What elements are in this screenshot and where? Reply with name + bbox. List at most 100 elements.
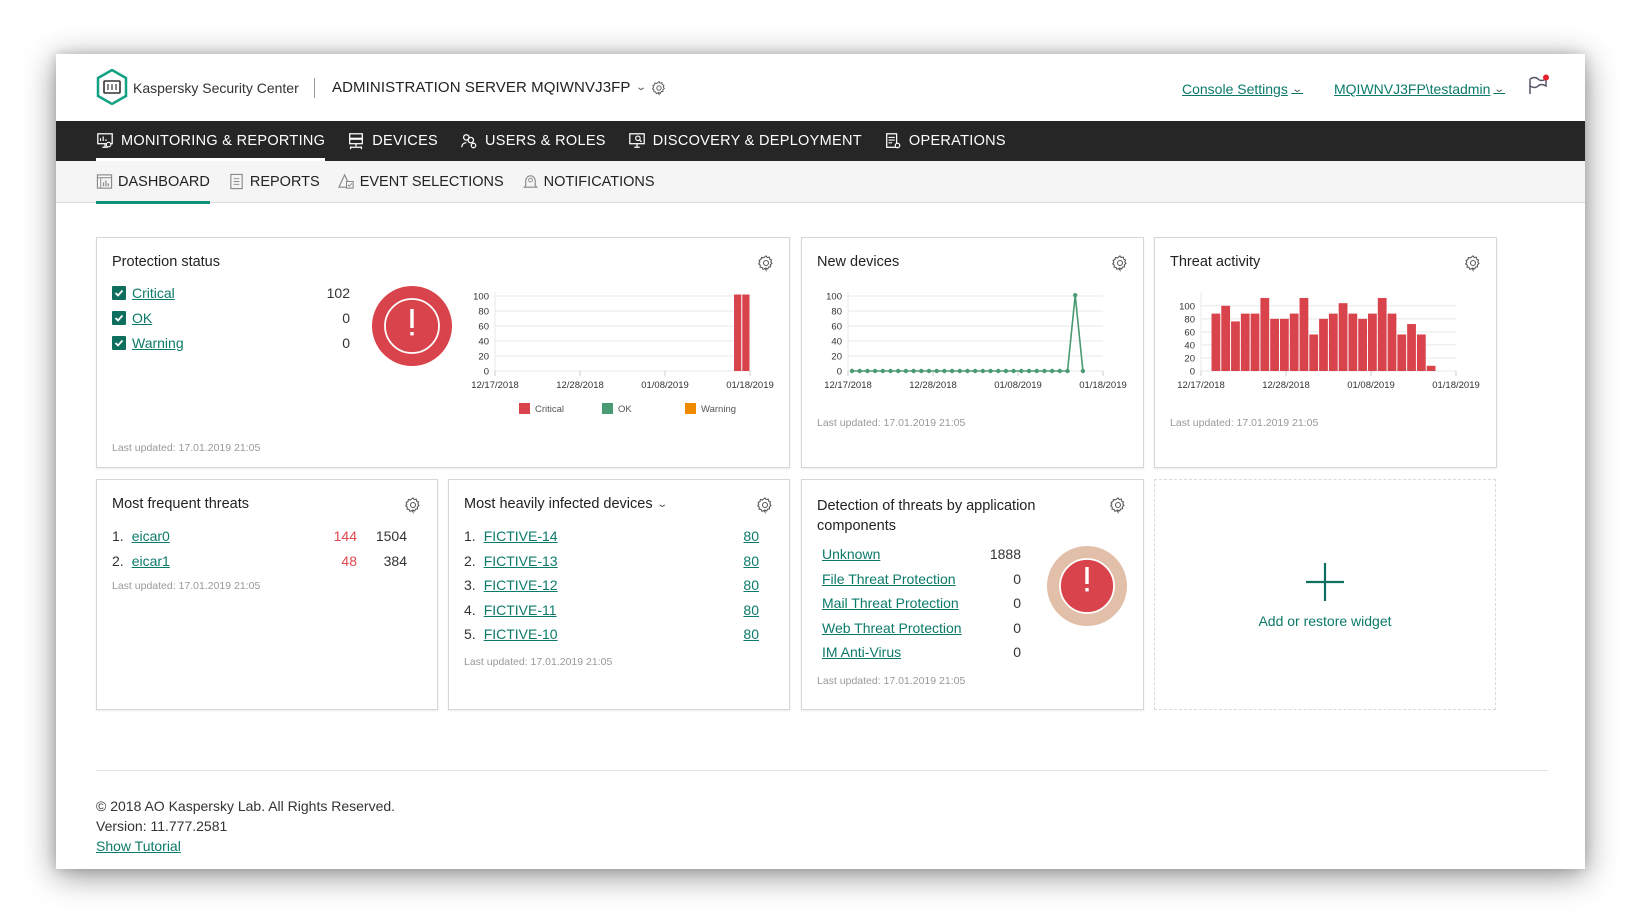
chevron-down-icon: ⌄ <box>1493 83 1506 95</box>
dashboard-icon <box>96 174 113 189</box>
data-point <box>934 368 939 374</box>
component-link[interactable]: File Threat Protection <box>822 571 956 587</box>
widget-detection-by-components: Detection of threats by application comp… <box>801 479 1144 710</box>
widget-settings-gear-icon[interactable] <box>1109 496 1127 514</box>
data-point <box>865 368 870 374</box>
threat-bar <box>1348 313 1358 371</box>
infection-count-link[interactable]: 80 <box>719 553 759 569</box>
show-tutorial-link[interactable]: Show Tutorial <box>96 836 395 856</box>
component-link[interactable]: Web Threat Protection <box>822 620 962 636</box>
nav-monitoring-reporting[interactable]: MONITORING & REPORTING <box>96 121 326 161</box>
widget-title: Most frequent threats <box>112 496 250 512</box>
widget-settings-gear-icon[interactable] <box>756 496 774 514</box>
nav-operations[interactable]: OPERATIONS <box>884 121 1006 161</box>
y-tick-label: 40 <box>478 337 489 348</box>
threat-bar <box>1368 313 1377 371</box>
tab-reports[interactable]: REPORTS <box>228 161 320 203</box>
widget-most-frequent-threats: Most frequent threats 1. eicar0 144 1504… <box>96 479 438 710</box>
device-link[interactable]: FICTIVE-13 <box>484 553 558 569</box>
critical-link[interactable]: Critical <box>132 285 175 301</box>
data-point <box>972 368 978 374</box>
tab-label: NOTIFICATIONS <box>543 173 655 190</box>
ok-checkbox[interactable] <box>112 311 126 325</box>
widget-settings-gear-icon[interactable] <box>1464 254 1482 272</box>
ok-link[interactable]: OK <box>132 310 152 326</box>
x-tick-label: 01/18/2019 <box>1079 380 1127 391</box>
devices-icon <box>349 133 364 150</box>
threat-count-red: 48 <box>341 553 357 569</box>
last-updated: Last updated: 17.01.2019 21:05 <box>112 442 261 454</box>
critical-checkbox[interactable] <box>112 286 126 300</box>
widget-settings-gear-icon[interactable] <box>757 254 775 272</box>
device-link[interactable]: FICTIVE-14 <box>484 528 558 544</box>
nav-label: MONITORING & REPORTING <box>121 133 326 149</box>
infected-device-row: 1. FICTIVE-14 <box>464 528 558 544</box>
tab-event-selections[interactable]: EVENT SELECTIONS <box>337 161 504 203</box>
add-restore-widget-button[interactable]: Add or restore widget <box>1154 479 1496 710</box>
widget-protection-status: Protection status Critical 102 OK 0 Warn… <box>96 237 790 468</box>
component-count: 0 <box>1013 619 1021 636</box>
tab-notifications[interactable]: NOTIFICATIONS <box>522 161 655 203</box>
data-point <box>1019 368 1024 374</box>
threat-link[interactable]: eicar0 <box>132 528 170 544</box>
notifications-flag-icon[interactable] <box>1526 74 1550 96</box>
component-link[interactable]: IM Anti-Virus <box>822 644 901 660</box>
data-point <box>903 368 909 374</box>
tab-dashboard[interactable]: DASHBOARD <box>96 161 210 204</box>
warning-checkbox[interactable] <box>112 336 126 350</box>
data-point <box>1057 368 1063 374</box>
server-settings-gear-icon[interactable] <box>651 80 667 96</box>
y-tick-label: 0 <box>837 367 842 378</box>
console-settings-label: Console Settings <box>1182 81 1288 97</box>
operations-icon <box>885 133 901 149</box>
threat-link[interactable]: eicar1 <box>132 553 170 569</box>
widget-settings-gear-icon[interactable] <box>1111 254 1129 272</box>
infection-count-link[interactable]: 80 <box>719 626 759 642</box>
component-link[interactable]: Unknown <box>822 546 880 562</box>
data-point <box>1026 368 1032 374</box>
data-point <box>895 368 901 374</box>
widget-title-dropdown[interactable]: Most heavily infected devices ⌄ <box>464 496 668 512</box>
legend-label-ok: OK <box>618 404 632 415</box>
app-header: Kaspersky Security Center ADMINISTRATION… <box>56 54 1585 121</box>
x-tick-label: 01/08/2019 <box>1347 380 1395 391</box>
protection-status-chart: 0 20 40 60 80 100 12/17/2018 12/28/2018 01/08/20… <box>471 292 774 416</box>
user-label: MQIWNVJ3FP\testadmin <box>1334 81 1491 97</box>
device-link[interactable]: FICTIVE-11 <box>484 602 557 618</box>
infection-count-link[interactable]: 80 <box>719 577 759 593</box>
y-tick-label: 80 <box>478 307 489 318</box>
main-navigation: MONITORING & REPORTING DEVICES USERS & R… <box>56 121 1585 161</box>
legend-label-warning: Warning <box>701 404 736 415</box>
y-tick-label: 20 <box>831 352 842 363</box>
nav-users-roles[interactable]: USERS & ROLES <box>460 121 606 161</box>
threat-bar <box>1270 318 1279 371</box>
widget-threat-activity: Threat activity 0 20 40 60 80 100 12/17/2018 12… <box>1154 237 1497 468</box>
threat-bar <box>1279 318 1289 371</box>
y-tick-label: 0 <box>1190 367 1195 378</box>
x-tick-label: 12/28/2018 <box>556 380 604 391</box>
bar-critical <box>734 294 742 371</box>
chevron-down-icon: ⌄ <box>655 498 668 510</box>
nav-discovery-deployment[interactable]: DISCOVERY & DEPLOYMENT <box>628 121 862 161</box>
widget-settings-gear-icon[interactable] <box>404 496 422 514</box>
version: Version: 11.777.2581 <box>96 818 228 834</box>
device-link[interactable]: FICTIVE-10 <box>484 626 558 642</box>
server-selector[interactable]: ADMINISTRATION SERVER MQIWNVJ3FP ⌄ <box>332 79 667 96</box>
warning-link[interactable]: Warning <box>132 335 184 351</box>
plus-icon <box>1306 562 1344 601</box>
footer-divider <box>96 770 1548 771</box>
device-link[interactable]: FICTIVE-12 <box>484 577 558 593</box>
nav-devices[interactable]: DEVICES <box>347 121 438 161</box>
data-point <box>965 368 970 374</box>
threat-count-total: 1504 <box>375 528 407 544</box>
user-menu[interactable]: MQIWNVJ3FP\testadmin ⌄ <box>1334 81 1506 97</box>
console-settings-menu[interactable]: Console Settings ⌄ <box>1182 81 1303 97</box>
component-link[interactable]: Mail Threat Protection <box>822 595 959 611</box>
infection-count-link[interactable]: 80 <box>719 602 759 618</box>
threat-bar <box>1407 324 1416 371</box>
kaspersky-logo-icon <box>96 69 128 105</box>
data-point <box>996 368 1001 374</box>
infected-device-row: 4. FICTIVE-11 <box>464 602 557 618</box>
threat-bar <box>1387 313 1397 371</box>
infection-count-link[interactable]: 80 <box>719 528 759 544</box>
